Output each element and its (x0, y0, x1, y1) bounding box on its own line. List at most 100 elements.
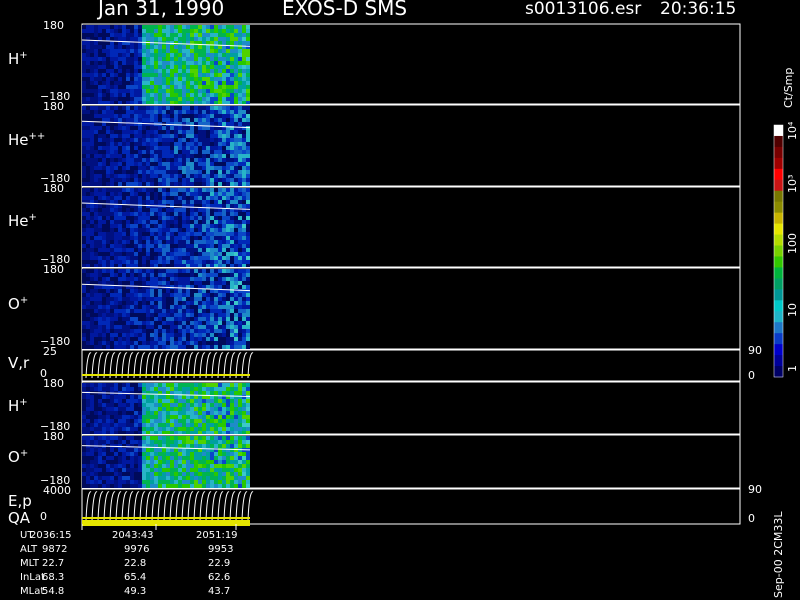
spectrogram-cell (146, 154, 150, 158)
spectrogram-cell (190, 178, 194, 182)
spectrogram-cell (138, 285, 142, 289)
spectrogram-cell (126, 403, 130, 407)
spectrogram-cell (214, 37, 218, 41)
spectrogram-cell (122, 317, 126, 321)
spectrogram-cell (182, 61, 186, 65)
spectrogram-cell (170, 150, 174, 154)
spectrogram-cell (126, 305, 130, 309)
spectrogram-cell (126, 476, 130, 480)
spectrogram-cell (102, 204, 106, 208)
spectrogram-cell (102, 93, 106, 97)
spectrogram-cell (118, 65, 122, 69)
spectrogram-cell (242, 248, 246, 252)
spectrogram-cell (146, 37, 150, 41)
spectrogram-cell (110, 476, 114, 480)
spectrogram-cell (246, 228, 250, 232)
spectrogram-cell (94, 114, 98, 118)
spectrogram-cell (82, 101, 86, 104)
spectrogram-cell (218, 170, 222, 174)
spectrogram-cell (194, 89, 198, 93)
spectrogram-cell (242, 264, 246, 267)
spectrogram-cell (134, 248, 138, 252)
spectrogram-cell (146, 341, 150, 345)
spectrogram-cell (82, 85, 86, 89)
spectrogram-cell (138, 256, 142, 260)
spectrogram-cell (246, 440, 250, 444)
spectrogram-cell (242, 329, 246, 333)
spectrogram-cell (134, 472, 138, 476)
spectrogram-cell (110, 57, 114, 61)
spectrogram-cell (142, 289, 146, 293)
spectrogram-cell (194, 273, 198, 277)
spectrogram-cell (106, 77, 110, 81)
spectrogram-cell (170, 178, 174, 182)
spectrogram-cell (210, 480, 214, 484)
spectrogram-cell (142, 41, 146, 45)
spectrogram-cell (86, 236, 90, 240)
spectrogram-cell (134, 337, 138, 341)
spectrogram-cell (118, 142, 122, 146)
spectrogram-cell (126, 114, 130, 118)
spectrogram-cell (246, 264, 250, 267)
spectrogram-cell (162, 49, 166, 53)
spectrogram-cell (134, 216, 138, 220)
spectrogram-cell (106, 204, 110, 208)
spectrogram-cell (198, 37, 202, 41)
spectrogram-cell (90, 49, 94, 53)
spectrogram-cell (146, 256, 150, 260)
spectrogram-cell (162, 77, 166, 81)
spectrogram-cell (122, 170, 126, 174)
spectrogram-cell (186, 106, 190, 110)
spectrogram-cell (154, 110, 158, 114)
spectrogram-cell (82, 240, 86, 244)
spectrogram-cell (126, 281, 130, 285)
spectrogram-cell (146, 345, 150, 349)
spectrogram-cell (222, 170, 226, 174)
spectrogram-cell (154, 154, 158, 158)
spectrogram-cell (242, 472, 246, 476)
spectrogram-cell (122, 403, 126, 407)
spectrogram-cell (186, 182, 190, 186)
spectrogram-cell (134, 49, 138, 53)
spectrogram-cell (126, 264, 130, 267)
spectrogram-cell (142, 436, 146, 440)
spectrogram-cell (114, 325, 118, 329)
spectrogram-cell (238, 317, 242, 321)
spectrogram-cell (146, 452, 150, 456)
spectrogram-cell (130, 33, 134, 37)
spectrogram-cell (246, 110, 250, 114)
spectrogram-cell (154, 73, 158, 77)
footer-value: 22.9 (208, 558, 231, 569)
spectrogram-cell (202, 114, 206, 118)
spectrogram-cell (90, 130, 94, 134)
spectrogram-cell (234, 110, 238, 114)
spectrogram-cell (190, 85, 194, 89)
spectrogram-cell (122, 69, 126, 73)
spectrogram-cell (106, 269, 110, 273)
colorbar-cell (774, 234, 783, 247)
spectrogram-cell (102, 480, 106, 484)
spectrogram-cell (114, 436, 118, 440)
spectrogram-cell (146, 166, 150, 170)
spectrogram-cell (106, 240, 110, 244)
spectrogram-cell (158, 106, 162, 110)
spectrogram-cell (198, 248, 202, 252)
spectrogram-cell (138, 41, 142, 45)
spectrogram-cell (102, 142, 106, 146)
spectrogram-cell (102, 138, 106, 142)
spectrogram-cell (106, 61, 110, 65)
spectrogram-cell (238, 460, 242, 464)
spectrogram-cell (178, 45, 182, 49)
spectrogram-cell (166, 440, 170, 444)
spectrogram-cell (138, 81, 142, 85)
spectrogram-cell (226, 97, 230, 101)
spectrogram-cell (198, 57, 202, 61)
spectrogram-cell (238, 101, 242, 104)
spectrogram-cell (230, 484, 234, 488)
spectrogram-cell (102, 110, 106, 114)
spectrogram-cell (146, 216, 150, 220)
spectrogram-cell (210, 37, 214, 41)
spectrogram-cell (198, 170, 202, 174)
spectrogram-cell (214, 134, 218, 138)
spectrogram-cell (118, 256, 122, 260)
